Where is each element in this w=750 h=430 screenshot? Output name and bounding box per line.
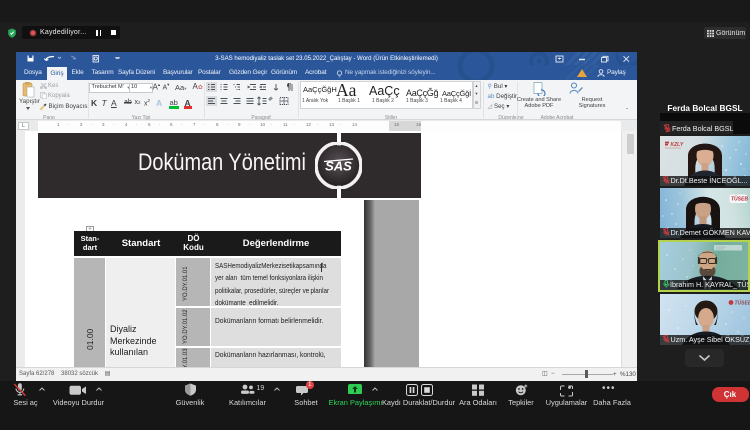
svg-text:TÜSEB: TÜSEB bbox=[731, 195, 748, 202]
svg-text:KZLY: KZLY bbox=[671, 142, 684, 148]
svg-text:TÜSEB: TÜSEB bbox=[735, 299, 750, 306]
